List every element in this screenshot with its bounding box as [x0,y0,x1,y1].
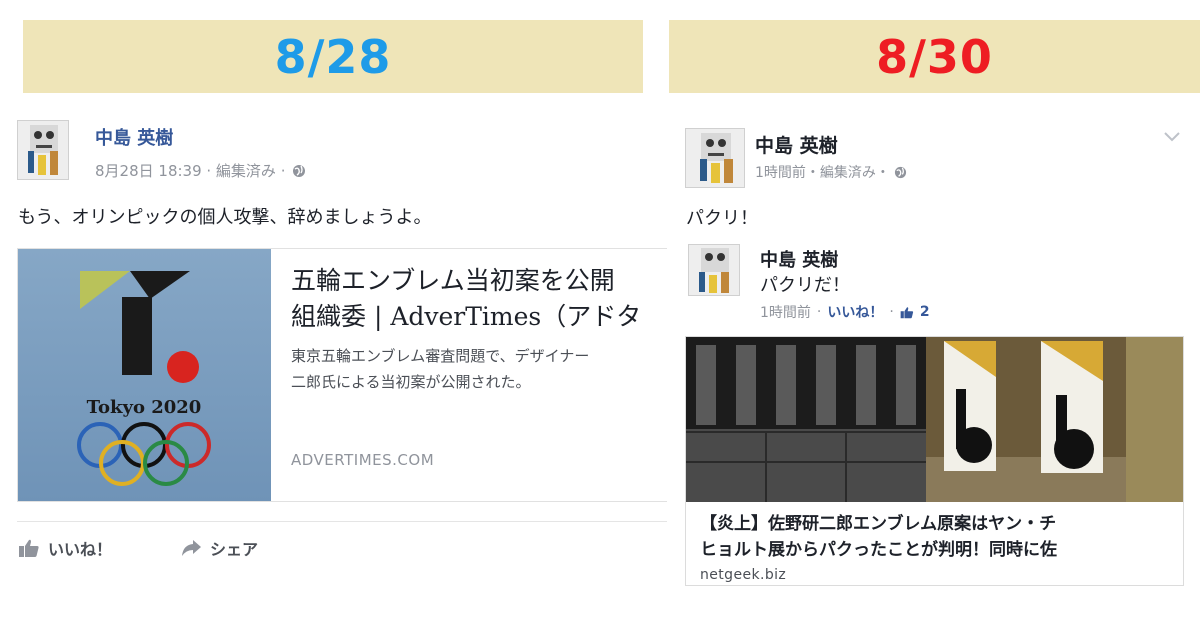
tokyo-2020-caption: Tokyo 2020 [87,397,202,418]
shared-post-text: パクリだ！ [760,275,850,296]
post-timestamp[interactable]: 1時間前・編集済み・ [755,165,890,181]
link-title[interactable]: 五輪エンブレム当初案を公開 組織委 | AdverTimes（アドタ [291,263,667,335]
post-timestamp[interactable]: 8月28日 18:39 · 編集済み · [95,162,285,180]
globe-icon [293,165,306,177]
chevron-down-icon[interactable] [1162,128,1182,144]
link-preview-card[interactable]: 【炎上】佐野研二郎エンブレム原案はヤン・チ ヒョルト展からパクったことが判明！同… [685,336,1184,586]
link-domain: netgeek.biz [700,567,787,583]
action-divider [17,521,667,522]
share-arrow-icon [182,540,201,556]
like-count[interactable]: 2 [920,304,930,320]
link-title[interactable]: 【炎上】佐野研二郎エンブレム原案はヤン・チ ヒョルト展からパクったことが判明！同… [700,511,1170,563]
shared-timestamp[interactable]: 1時間前 [760,302,811,322]
shared-like-link[interactable]: いいね！ [827,302,883,322]
avatar[interactable] [17,120,69,180]
post-meta: 1時間前・編集済み・ [755,162,907,182]
shared-author-name[interactable]: 中島 英樹 [760,246,838,272]
like-label: いいね！ [48,540,113,559]
link-preview-image: Tokyo 2020 [18,249,271,501]
avatar[interactable] [685,128,745,188]
meta-separator: · [816,304,822,320]
author-name[interactable]: 中島 英樹 [755,131,838,158]
thumbs-up-icon [900,306,913,318]
like-button[interactable]: いいね！ [18,536,112,560]
post-text: パクリ！ [686,208,758,229]
post-meta: 8月28日 18:39 · 編集済み · [95,160,306,181]
date-banner-left: 8/28 [23,20,643,93]
link-preview-card[interactable]: Tokyo 2020 五輪エンブレム当初案を公開 組織委 | AdverTime… [17,248,667,502]
globe-icon [895,166,907,179]
link-preview-image [686,337,1183,502]
shared-post-meta: 1時間前 · いいね！ · 2 [760,302,930,322]
post-text: もう、オリンピックの個人攻撃、辞めましょうよ。 [18,207,432,228]
link-domain: ADVERTIMES.COM [291,451,435,469]
share-button[interactable]: シェア [180,536,258,560]
thumbs-up-icon [19,539,39,557]
author-name[interactable]: 中島 英樹 [95,124,173,150]
date-banner-right: 8/30 [669,20,1200,93]
share-label: シェア [210,540,259,559]
link-description: 東京五輪エンブレム審査問題で、デザイナー 二郎氏による当初案が公開された。 [291,347,590,391]
shared-avatar[interactable] [688,244,740,296]
meta-separator: · [889,304,894,320]
